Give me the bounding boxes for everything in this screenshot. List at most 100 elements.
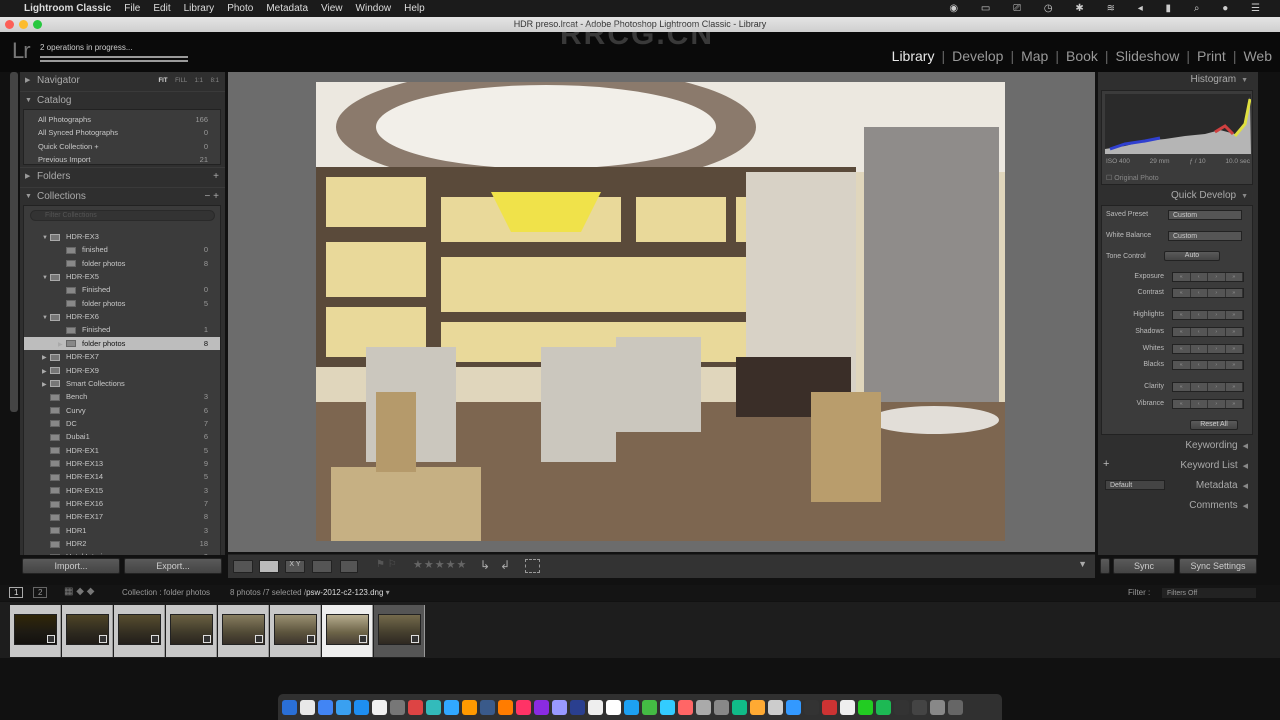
dock-app-icon[interactable] xyxy=(588,699,603,715)
increase-small-button[interactable]: › xyxy=(1208,345,1226,353)
add-keyword-icon[interactable]: + xyxy=(1103,458,1109,470)
filmstrip-thumbnail[interactable] xyxy=(374,605,425,657)
collection-set[interactable]: ▼ HDR-EX5 xyxy=(24,270,220,283)
collection-item[interactable]: Curvy 6 xyxy=(24,404,220,417)
add-folder-icon[interactable]: + xyxy=(213,168,219,186)
filter-select[interactable]: Filters Off xyxy=(1162,588,1256,598)
collection-item[interactable]: Hotel Interior 9 xyxy=(24,550,220,555)
menu-view[interactable]: View xyxy=(321,3,343,14)
dock-app-icon[interactable] xyxy=(894,699,909,715)
collection-item[interactable]: HDR1 3 xyxy=(24,524,220,537)
folders-header[interactable]: ▶ Folders + xyxy=(20,167,225,185)
collection-item[interactable]: HDR-EX17 8 xyxy=(24,510,220,523)
compare-view-icon[interactable]: X Y xyxy=(285,560,305,573)
close-window-button[interactable] xyxy=(5,20,14,29)
dock-app-icon[interactable] xyxy=(660,699,675,715)
dock-app-icon[interactable] xyxy=(408,699,423,715)
dock-app-icon[interactable] xyxy=(462,699,477,715)
dock-app-icon[interactable] xyxy=(750,699,765,715)
increase-small-button[interactable]: › xyxy=(1208,361,1226,369)
collections-header[interactable]: ▼ Collections − + xyxy=(20,187,225,205)
collection-item[interactable]: HDR-EX16 7 xyxy=(24,497,220,510)
dock-app-icon[interactable] xyxy=(696,699,711,715)
menu-window[interactable]: Window xyxy=(356,3,392,14)
navigator-header[interactable]: ▶ Navigator FIT FILL 1:1 8:1 xyxy=(20,72,225,90)
menu-library[interactable]: Library xyxy=(184,3,215,14)
catalog-item[interactable]: All Photographs 166 xyxy=(24,113,220,126)
decrease-large-button[interactable]: « xyxy=(1173,361,1191,369)
decrease-small-button[interactable]: ‹ xyxy=(1190,383,1208,391)
collection-item[interactable]: Finished 0 xyxy=(24,283,220,296)
dock-app-icon[interactable] xyxy=(606,699,621,715)
dock-app-icon[interactable] xyxy=(300,699,315,715)
saved-preset-select[interactable]: Custom xyxy=(1168,210,1242,220)
collection-item[interactable]: HDR-EX1 5 xyxy=(24,444,220,457)
collection-item[interactable]: HDR-EX15 3 xyxy=(24,484,220,497)
decrease-large-button[interactable]: « xyxy=(1173,400,1191,408)
decrease-large-button[interactable]: « xyxy=(1173,289,1191,297)
reset-all-button[interactable]: Reset All xyxy=(1190,420,1238,430)
white-balance-select[interactable]: Custom xyxy=(1168,231,1242,241)
filmstrip-thumbnail[interactable] xyxy=(114,605,165,657)
comments-header[interactable]: Comments ◀ xyxy=(1189,500,1248,511)
keyword-list-header[interactable]: Keyword List ◀ xyxy=(1180,460,1248,471)
dock-app-icon[interactable] xyxy=(714,699,729,715)
dock-app-icon[interactable] xyxy=(282,699,297,715)
increase-large-button[interactable]: » xyxy=(1225,400,1243,408)
original-photo-checkbox[interactable]: ☐ Original Photo xyxy=(1106,174,1159,182)
rotate-left-icon[interactable]: ↳ xyxy=(480,558,490,572)
increase-small-button[interactable]: › xyxy=(1208,400,1226,408)
decrease-small-button[interactable]: ‹ xyxy=(1190,400,1208,408)
collection-set[interactable]: ▶ HDR-EX7 xyxy=(24,350,220,363)
dock-app-icon[interactable] xyxy=(624,699,639,715)
increase-large-button[interactable]: » xyxy=(1225,289,1243,297)
toolbar-menu-icon[interactable]: ▼ xyxy=(1078,559,1087,569)
dock-app-icon[interactable] xyxy=(912,699,927,715)
dock-app-icon[interactable] xyxy=(570,699,585,715)
module-web[interactable]: Web xyxy=(1243,48,1272,64)
module-map[interactable]: Map xyxy=(1021,48,1048,64)
sync-button[interactable]: Sync xyxy=(1113,558,1175,574)
menu-file[interactable]: File xyxy=(124,3,140,14)
auto-tone-button[interactable]: Auto xyxy=(1164,251,1220,261)
dock-app-icon[interactable] xyxy=(552,699,567,715)
module-slideshow[interactable]: Slideshow xyxy=(1116,48,1180,64)
decrease-large-button[interactable]: « xyxy=(1173,328,1191,336)
minimize-window-button[interactable] xyxy=(19,20,28,29)
increase-large-button[interactable]: » xyxy=(1225,361,1243,369)
star-rating[interactable]: ★★★★★ xyxy=(413,558,467,571)
decrease-small-button[interactable]: ‹ xyxy=(1190,311,1208,319)
people-view-icon[interactable] xyxy=(340,560,358,573)
dock-app-icon[interactable] xyxy=(858,699,873,715)
increase-small-button[interactable]: › xyxy=(1208,328,1226,336)
collection-set[interactable]: ▶ Smart Collections xyxy=(24,377,220,390)
increase-small-button[interactable]: › xyxy=(1208,311,1226,319)
collection-set[interactable]: ▼ HDR-EX3 xyxy=(24,230,220,243)
metadata-preset-select[interactable]: Default xyxy=(1105,480,1165,490)
dock-app-icon[interactable] xyxy=(840,699,855,715)
filmstrip-source[interactable]: Collection : folder photos xyxy=(122,588,210,597)
dock-app-icon[interactable] xyxy=(786,699,801,715)
increase-large-button[interactable]: » xyxy=(1225,383,1243,391)
left-panel-scrollbar[interactable] xyxy=(10,72,18,412)
export-button[interactable]: Export... xyxy=(124,558,222,574)
increase-small-button[interactable]: › xyxy=(1208,289,1226,297)
menu-edit[interactable]: Edit xyxy=(153,3,170,14)
increase-large-button[interactable]: » xyxy=(1225,273,1243,281)
secondary-window-button[interactable]: 2 xyxy=(33,587,48,598)
dock-app-icon[interactable] xyxy=(516,699,531,715)
dock-app-icon[interactable] xyxy=(372,699,387,715)
collection-item[interactable]: HDR-EX13 9 xyxy=(24,457,220,470)
dock-app-icon[interactable] xyxy=(498,699,513,715)
rotate-right-icon[interactable]: ↲ xyxy=(500,558,510,572)
filmstrip-thumbnail[interactable] xyxy=(270,605,321,657)
app-menu[interactable]: Lightroom Classic xyxy=(24,3,111,14)
menu-photo[interactable]: Photo xyxy=(227,3,253,14)
filmstrip-thumbnail[interactable] xyxy=(166,605,217,657)
increase-small-button[interactable]: › xyxy=(1208,383,1226,391)
survey-view-icon[interactable] xyxy=(312,560,332,573)
import-button[interactable]: Import... xyxy=(22,558,120,574)
catalog-item[interactable]: Quick Collection + 0 xyxy=(24,140,220,153)
dock-app-icon[interactable] xyxy=(948,699,963,715)
filmstrip-thumbnail[interactable] xyxy=(322,605,373,657)
